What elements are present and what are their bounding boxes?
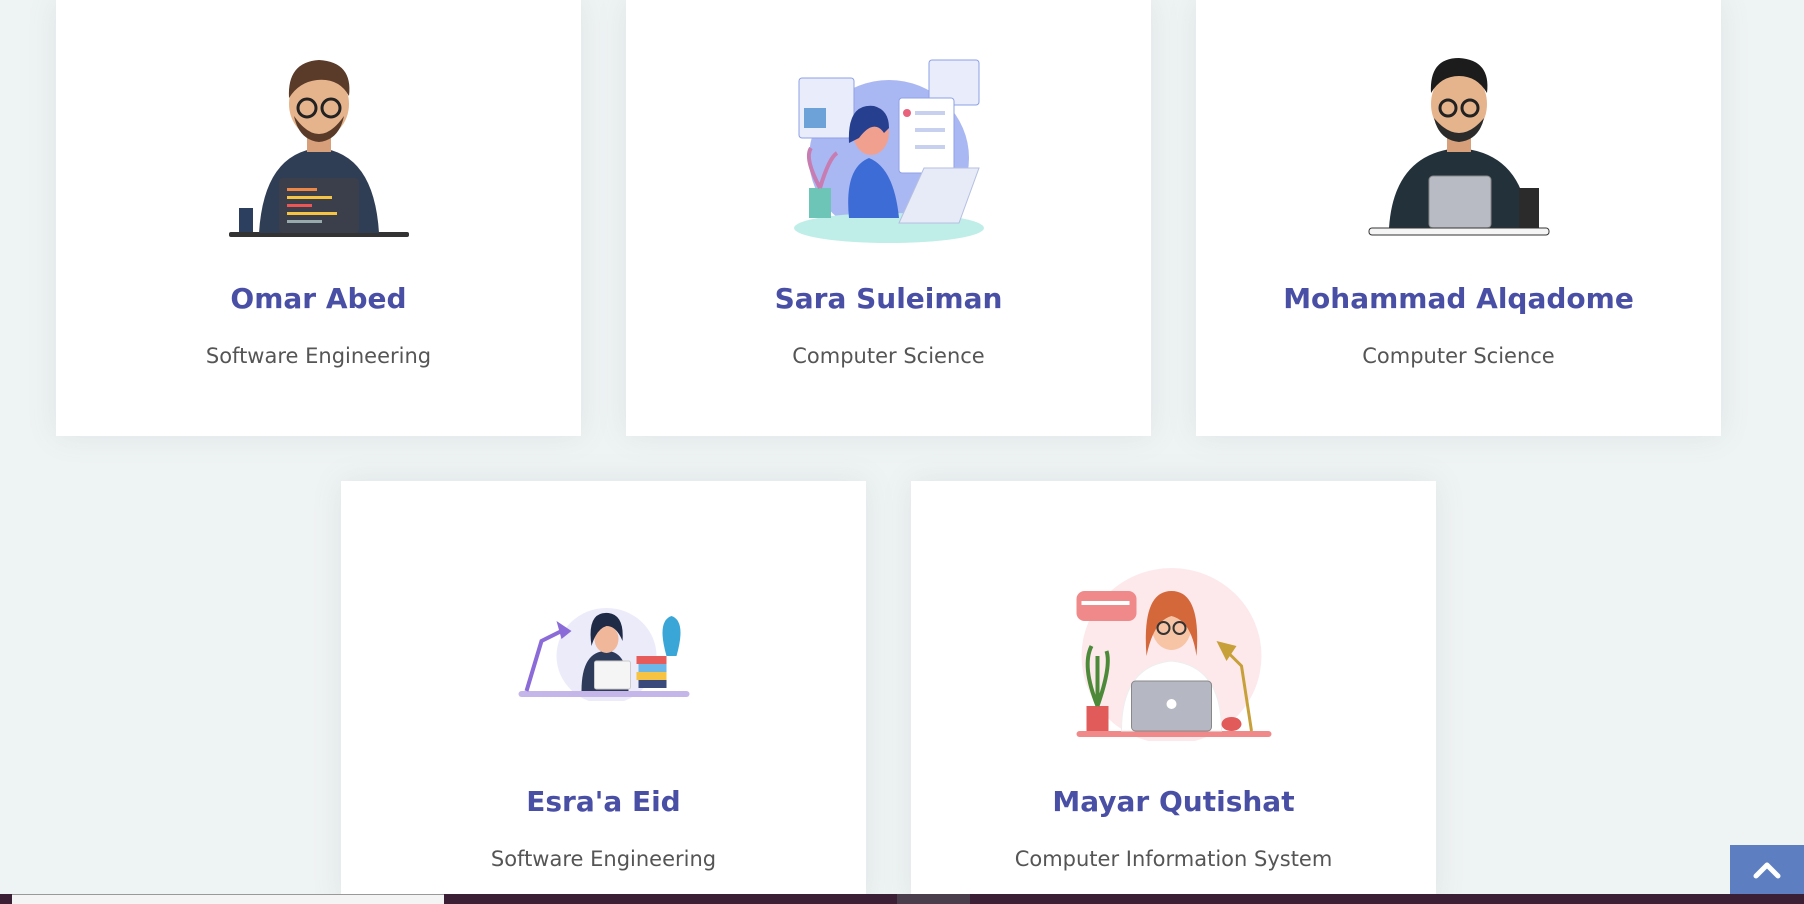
member-name: Esra'a Eid (526, 785, 681, 818)
taskbar-segment[interactable] (897, 894, 970, 904)
woman-desk-books-icon (518, 608, 689, 701)
team-card: Mohammad Alqadome Computer Science (1196, 0, 1721, 436)
member-department: Computer Science (792, 344, 985, 368)
team-card: Omar Abed Software Engineering (56, 0, 581, 436)
taskbar (0, 894, 1804, 904)
woman-laptop-illustration-icon (793, 59, 984, 243)
woman-laptop-plant-lamp-icon (1076, 568, 1271, 741)
scroll-to-top-button[interactable] (1730, 845, 1804, 895)
team-card: Mayar Qutishat Computer Information Syst… (911, 481, 1436, 904)
member-department: Computer Information System (1014, 847, 1333, 871)
taskbar-window-preview[interactable] (12, 894, 444, 904)
bearded-man-laptop-icon (1368, 58, 1549, 236)
member-department: Software Engineering (490, 847, 717, 871)
member-department: Software Engineering (205, 344, 432, 368)
member-department: Computer Science (1362, 344, 1555, 368)
chevron-up-icon (1753, 862, 1781, 879)
developer-man-laptop-icon (228, 60, 409, 237)
member-name: Sara Suleiman (774, 282, 1003, 315)
member-name: Mayar Qutishat (1052, 785, 1295, 818)
member-name: Omar Abed (230, 282, 407, 315)
member-name: Mohammad Alqadome (1283, 282, 1634, 315)
team-card: Sara Suleiman Computer Science (626, 0, 1151, 436)
team-card: Esra'a Eid Software Engineering (341, 481, 866, 904)
